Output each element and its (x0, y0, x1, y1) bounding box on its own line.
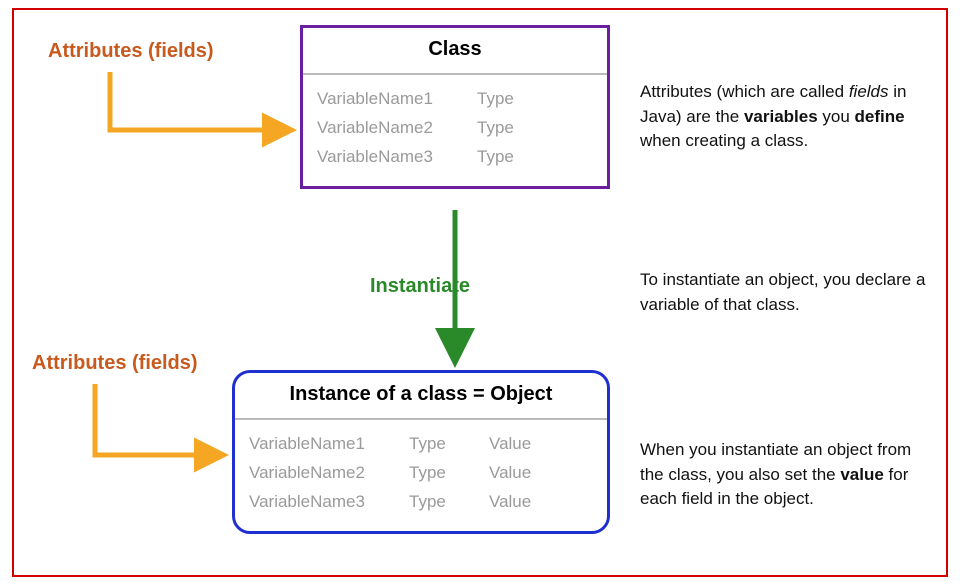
attributes-label-bottom: Attributes (fields) (32, 352, 198, 375)
object-row-name: VariableName2 (249, 459, 409, 488)
object-row: VariableName2 Type Value (249, 459, 593, 488)
explain-italic: fields (849, 82, 889, 101)
class-box-title: Class (303, 28, 607, 75)
object-row-name: VariableName1 (249, 430, 409, 459)
class-row: VariableName2 Type (317, 114, 593, 143)
class-row: VariableName3 Type (317, 143, 593, 172)
class-row-type: Type (477, 143, 557, 172)
attributes-label-top-text: Attributes (fields) (48, 40, 214, 62)
object-row-value: Value (489, 459, 569, 488)
explanation-bottom: When you instantiate an object from the … (640, 438, 930, 512)
object-row: VariableName1 Type Value (249, 430, 593, 459)
explanation-middle: To instantiate an object, you declare a … (640, 268, 930, 317)
object-box-body: VariableName1 Type Value VariableName2 T… (235, 420, 607, 531)
class-row-name: VariableName3 (317, 143, 477, 172)
object-row-name: VariableName3 (249, 488, 409, 517)
instantiate-label: Instantiate (370, 275, 470, 298)
class-row: VariableName1 Type (317, 85, 593, 114)
object-row: VariableName3 Type Value (249, 488, 593, 517)
class-box: Class VariableName1 Type VariableName2 T… (300, 25, 610, 189)
class-row-type: Type (477, 114, 557, 143)
attributes-label-top: Attributes (fields) (48, 40, 214, 63)
object-row-value: Value (489, 488, 569, 517)
explain-text: you (818, 107, 855, 126)
object-row-value: Value (489, 430, 569, 459)
class-box-body: VariableName1 Type VariableName2 Type Va… (303, 75, 607, 186)
class-row-type: Type (477, 85, 557, 114)
explain-bold: value (840, 465, 883, 484)
object-row-type: Type (409, 488, 489, 517)
explain-text: Attributes (which are called (640, 82, 849, 101)
object-row-type: Type (409, 430, 489, 459)
class-row-name: VariableName1 (317, 85, 477, 114)
explain-text: when creating a class. (640, 131, 808, 150)
explain-bold: variables (744, 107, 818, 126)
explain-text: To instantiate an object, you declare a … (640, 270, 925, 314)
attributes-label-bottom-text: Attributes (fields) (32, 352, 198, 374)
object-row-type: Type (409, 459, 489, 488)
object-box: Instance of a class = Object VariableNam… (232, 370, 610, 534)
explain-bold: define (855, 107, 905, 126)
object-box-title: Instance of a class = Object (235, 373, 607, 420)
class-row-name: VariableName2 (317, 114, 477, 143)
explanation-top: Attributes (which are called fields in J… (640, 80, 930, 154)
